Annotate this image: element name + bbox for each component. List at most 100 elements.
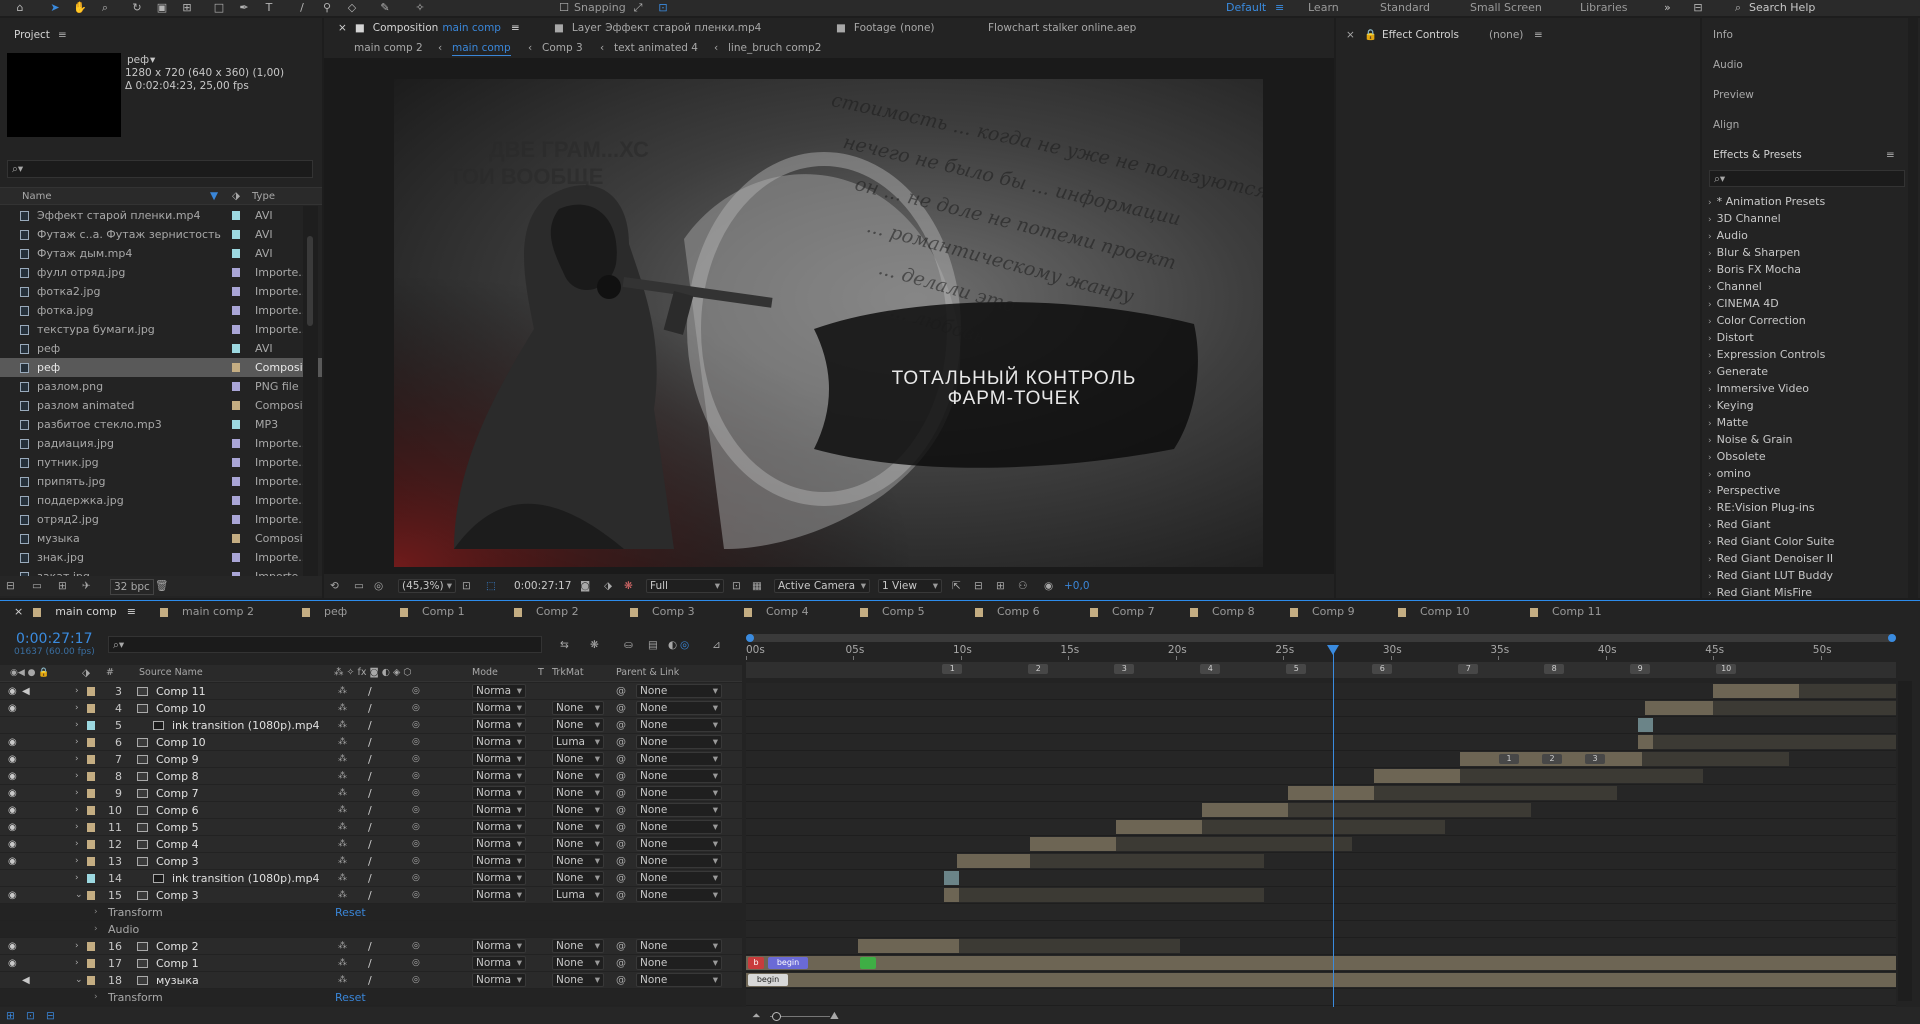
timeline-tab[interactable]: Comp 5 xyxy=(860,605,925,619)
zoom-tool-icon[interactable]: ⌕ xyxy=(98,1,112,15)
timeline-tab[interactable]: Comp 9 xyxy=(1290,605,1355,619)
property-group[interactable]: › Transform Reset xyxy=(0,904,742,921)
shy-switch-icon[interactable]: ⁂ xyxy=(338,751,347,768)
close-icon[interactable]: × xyxy=(338,22,347,34)
layer-row[interactable]: ◉ › 17 Comp 1 ⁂ / ◎ Norma None @ None xyxy=(0,955,742,972)
project-item[interactable]: фотка2.jpg Importe... xyxy=(0,282,322,301)
layer-marker-begin[interactable]: begin xyxy=(748,974,788,986)
parent-dropdown[interactable]: None xyxy=(636,701,722,715)
puppet-pin-tool-icon[interactable]: ✧ xyxy=(413,1,427,15)
workspace-menu-icon[interactable]: ≡ xyxy=(1275,1,1284,15)
chevron-right-icon[interactable]: › xyxy=(1708,385,1712,395)
visibility-eye-icon[interactable]: ◉ xyxy=(8,785,17,802)
chevron-right-icon[interactable]: › xyxy=(1708,402,1712,412)
camera-tool-icon[interactable]: ▣ xyxy=(155,1,169,15)
quality-switch-icon[interactable]: / xyxy=(368,785,372,802)
tab-composition[interactable]: × ■ Composition main comp ≡ xyxy=(338,21,520,35)
rotate-tool-icon[interactable]: ↻ xyxy=(130,1,144,15)
timeline-tab[interactable]: Comp 10 xyxy=(1398,605,1470,619)
effect-category[interactable]: › Immersive Video xyxy=(1708,380,1913,397)
chevron-right-icon[interactable]: › xyxy=(94,921,98,938)
motion-blur-switch-icon[interactable]: ◎ xyxy=(412,802,420,819)
pick-whip-icon[interactable]: @ xyxy=(616,938,626,955)
timecode-display[interactable]: 0:00:27:17 xyxy=(16,631,93,647)
trkmat-dropdown[interactable]: None xyxy=(552,769,604,783)
label-swatch[interactable] xyxy=(87,840,95,849)
mode-dropdown[interactable]: Norma xyxy=(472,837,526,851)
project-item[interactable]: Футаж дым.mp4 AVI xyxy=(0,244,322,263)
label-swatch[interactable] xyxy=(87,789,95,798)
layer-duration-bar[interactable] xyxy=(943,871,959,885)
playhead[interactable] xyxy=(1326,645,1339,1007)
layer-duration-bar[interactable] xyxy=(746,973,1896,987)
monitor-icon[interactable]: ▭ xyxy=(354,579,364,593)
new-composition-icon[interactable]: ⊞ xyxy=(58,579,67,593)
project-item[interactable]: разлом animated Composit xyxy=(0,396,322,415)
chevron-right-icon[interactable]: › xyxy=(1708,538,1712,548)
project-item[interactable]: радиация.jpg Importe... xyxy=(0,434,322,453)
shy-switch-icon[interactable]: ⁂ xyxy=(338,853,347,870)
layer-row[interactable]: ◀ ⌄ 18 музыка ⁂ / ◎ Norma None @ None xyxy=(0,972,742,989)
visibility-eye-icon[interactable]: ◉ xyxy=(8,802,17,819)
mode-dropdown[interactable]: Norma xyxy=(472,684,526,698)
layer-row[interactable]: ◉ › 12 Comp 4 ⁂ / ◎ Norma None @ None xyxy=(0,836,742,853)
project-panel-title[interactable]: Project xyxy=(14,28,50,42)
layer-source-name[interactable]: Comp 6 xyxy=(156,802,199,819)
parent-dropdown[interactable]: None xyxy=(636,939,722,953)
timeline-tab[interactable]: × main comp ≡ xyxy=(14,605,136,619)
quality-switch-icon[interactable]: / xyxy=(368,700,372,717)
project-item[interactable]: фулл отряд.jpg Importe... xyxy=(0,263,322,282)
brush-tool-icon[interactable]: / xyxy=(295,1,309,15)
safe-areas-icon[interactable]: ⬚ xyxy=(486,579,496,593)
motion-blur-switch-icon[interactable]: ◎ xyxy=(412,870,420,887)
chevron-right-icon[interactable]: › xyxy=(75,853,79,870)
layer-source-name[interactable]: Comp 7 xyxy=(156,785,199,802)
panel-menu-icon[interactable]: ≡ xyxy=(127,605,136,618)
mode-dropdown[interactable]: Norma xyxy=(472,871,526,885)
shy-switch-icon[interactable]: ⁂ xyxy=(338,938,347,955)
quality-switch-icon[interactable]: / xyxy=(368,972,372,989)
quality-switch-icon[interactable]: / xyxy=(368,853,372,870)
visibility-eye-icon[interactable]: ◉ xyxy=(8,751,17,768)
effect-category[interactable]: › Color Correction xyxy=(1708,312,1913,329)
effect-category[interactable]: › Noise & Grain xyxy=(1708,431,1913,448)
workspace-libraries[interactable]: Libraries xyxy=(1580,1,1628,15)
eraser-tool-icon[interactable]: ◇ xyxy=(345,1,359,15)
shy-switch-icon[interactable]: ⁂ xyxy=(338,955,347,972)
audio-speaker-icon[interactable]: ◀ xyxy=(22,683,30,700)
chevron-right-icon[interactable]: › xyxy=(1708,368,1712,378)
parent-dropdown[interactable]: None xyxy=(636,854,722,868)
chevron-right-icon[interactable]: › xyxy=(75,819,79,836)
shy-switch-icon[interactable]: ⁂ xyxy=(338,836,347,853)
always-preview-icon[interactable]: ⟲ xyxy=(330,579,339,593)
graph-icon[interactable]: ⊿ xyxy=(712,638,721,652)
project-item[interactable]: разлом.png PNG file xyxy=(0,377,322,396)
label-swatch[interactable] xyxy=(232,515,240,524)
graph-editor-icon[interactable]: ◎ xyxy=(680,638,689,652)
motion-blur-switch-icon[interactable]: ◎ xyxy=(412,853,420,870)
project-item[interactable]: реф Composit xyxy=(0,358,322,377)
mode-dropdown[interactable]: Norma xyxy=(472,752,526,766)
label-swatch[interactable] xyxy=(232,420,240,429)
pick-whip-icon[interactable]: @ xyxy=(616,853,626,870)
chevron-right-icon[interactable]: › xyxy=(75,785,79,802)
zoom-slider-thumb[interactable] xyxy=(772,1012,781,1021)
label-swatch[interactable] xyxy=(232,458,240,467)
effect-category[interactable]: › Red Giant LUT Buddy xyxy=(1708,567,1913,584)
layer-duration-bar[interactable] xyxy=(1373,769,1703,783)
panel-preview[interactable]: Preview xyxy=(1713,88,1754,102)
lock-icon[interactable]: ■ xyxy=(355,22,365,34)
chevron-right-icon[interactable]: › xyxy=(75,802,79,819)
project-item[interactable]: фотка.jpg Importe... xyxy=(0,301,322,320)
resolution-dropdown[interactable]: Full xyxy=(646,579,724,593)
pick-whip-icon[interactable]: @ xyxy=(616,887,626,904)
selection-tool-icon[interactable]: ➤ xyxy=(48,1,62,15)
show-snapshot-icon[interactable]: ⬗ xyxy=(604,579,612,593)
layer-duration-bar[interactable] xyxy=(1638,735,1896,749)
layer-marker[interactable]: 1 xyxy=(1499,754,1520,764)
chevron-right-icon[interactable]: › xyxy=(1708,215,1712,225)
label-swatch[interactable] xyxy=(87,738,95,747)
tab-footage[interactable]: ■ Footage (none) xyxy=(836,21,935,35)
shy-switch-icon[interactable]: ⁂ xyxy=(338,887,347,904)
lock-icon[interactable]: ■ xyxy=(554,22,564,34)
